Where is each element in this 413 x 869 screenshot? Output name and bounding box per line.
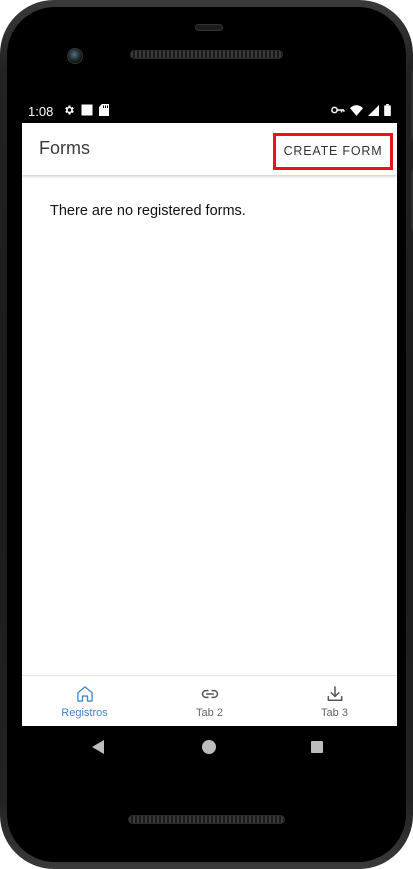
vpn-key-icon <box>331 106 345 114</box>
tab-label: Tab 3 <box>321 707 348 719</box>
top-speaker-grille <box>130 50 283 59</box>
sd-card-icon <box>99 104 109 116</box>
bottom-tab-bar: Registros Tab 2 Tab 3 <box>22 675 397 726</box>
earpiece-slot <box>195 24 223 31</box>
app-bar: Forms CREATE FORM <box>22 123 397 175</box>
link-icon <box>201 689 218 699</box>
app-screen: Forms CREATE FORM There are no registere… <box>22 123 397 726</box>
gear-icon <box>65 105 74 115</box>
status-icons-left <box>63 104 109 116</box>
empty-state-message: There are no registered forms. <box>50 203 246 219</box>
tab-2[interactable]: Tab 2 <box>147 676 272 726</box>
tab-label: Tab 2 <box>196 707 223 719</box>
bottom-speaker-grille <box>128 815 285 824</box>
create-form-button[interactable]: CREATE FORM <box>273 133 393 170</box>
home-circle-icon[interactable] <box>202 740 216 754</box>
battery-icon <box>384 104 391 116</box>
recents-icon[interactable] <box>311 741 323 753</box>
page-title: Forms <box>39 138 90 158</box>
tab-registros[interactable]: Registros <box>22 676 147 726</box>
status-time: 1:08 <box>28 104 54 119</box>
status-icons-right <box>331 104 391 116</box>
front-camera <box>67 48 83 64</box>
system-nav-bar <box>22 726 397 770</box>
signal-icon <box>368 104 379 116</box>
status-bar: 1:08 <box>22 101 397 123</box>
square-icon <box>81 104 93 116</box>
wifi-icon <box>350 104 363 116</box>
tab-3[interactable]: Tab 3 <box>272 676 397 726</box>
home-icon <box>76 686 93 702</box>
download-icon <box>327 686 342 701</box>
back-icon[interactable] <box>92 740 104 754</box>
tab-label: Registros <box>61 707 108 719</box>
